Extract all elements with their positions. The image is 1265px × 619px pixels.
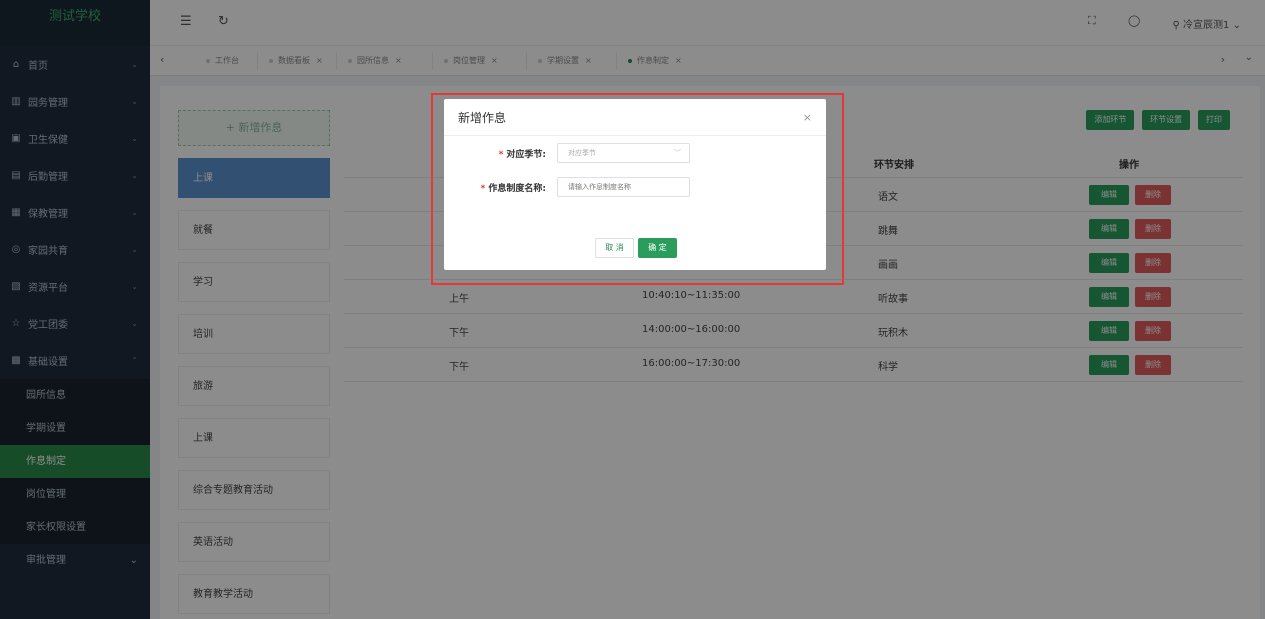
season-label: * 对应季节: [498, 150, 546, 160]
add-schedule-dialog: 新增作息 × *对应季节: 对应季节 ﹀ *作息制度名称: 取 消 确 定 [444, 99, 826, 270]
season-row: * 对应季节: 对应季节 ﹀ [444, 143, 826, 165]
dialog-header: 新增作息 × [444, 99, 826, 136]
close-icon[interactable]: × [803, 111, 812, 124]
name-label: * 作息制度名称: [480, 184, 546, 194]
name-row: * 作息制度名称: [444, 177, 826, 199]
season-select[interactable]: 对应季节 ﹀ [557, 143, 690, 163]
schedule-name-input[interactable] [557, 177, 690, 197]
dialog-title: 新增作息 [458, 111, 507, 125]
chevron-down-icon: ﹀ [674, 149, 681, 157]
cancel-button[interactable]: 取 消 [595, 238, 634, 258]
confirm-button[interactable]: 确 定 [638, 238, 677, 258]
